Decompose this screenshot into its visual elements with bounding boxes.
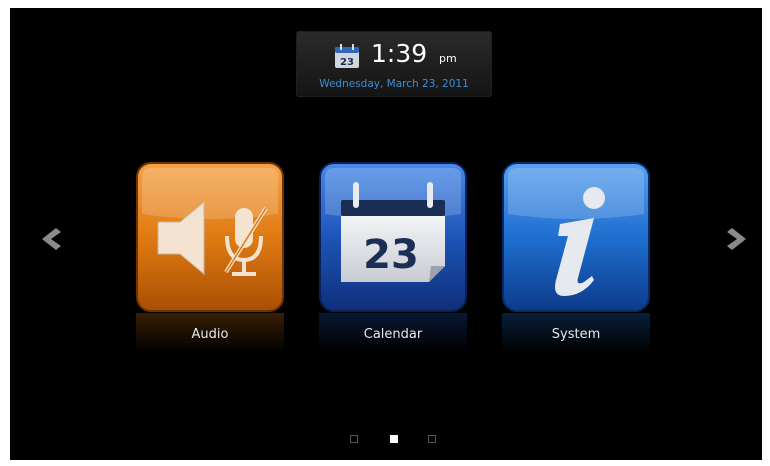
app-tile-audio[interactable] [136, 162, 284, 312]
page-dot-3[interactable] [428, 435, 436, 443]
app-tile-system[interactable] [502, 162, 650, 312]
info-icon [502, 162, 650, 312]
app-label-audio[interactable]: Audio [136, 327, 284, 342]
clock-date: Wednesday, March 23, 2011 [319, 78, 469, 90]
home-screen: 23 1:39 pm Wednesday, March 23, 2011 Aud… [10, 8, 762, 460]
chevron-right-icon[interactable] [726, 226, 748, 252]
app-label-system[interactable]: System [502, 327, 650, 342]
app-label-calendar[interactable]: Calendar [319, 327, 467, 342]
svg-text:23: 23 [363, 232, 419, 278]
clock-time: 1:39 [371, 39, 428, 68]
clock-widget: 23 1:39 pm Wednesday, March 23, 2011 [296, 31, 492, 97]
svg-text:23: 23 [340, 57, 354, 68]
audio-muted-icon [136, 162, 284, 312]
clock-ampm: pm [439, 52, 457, 65]
page-dot-1[interactable] [350, 435, 358, 443]
calendar-icon: 23 [319, 162, 467, 312]
chevron-left-icon[interactable] [40, 226, 62, 252]
calendar-small-icon: 23 [335, 44, 359, 68]
page-dot-2[interactable] [390, 435, 398, 443]
app-tile-calendar[interactable]: 23 [319, 162, 467, 312]
